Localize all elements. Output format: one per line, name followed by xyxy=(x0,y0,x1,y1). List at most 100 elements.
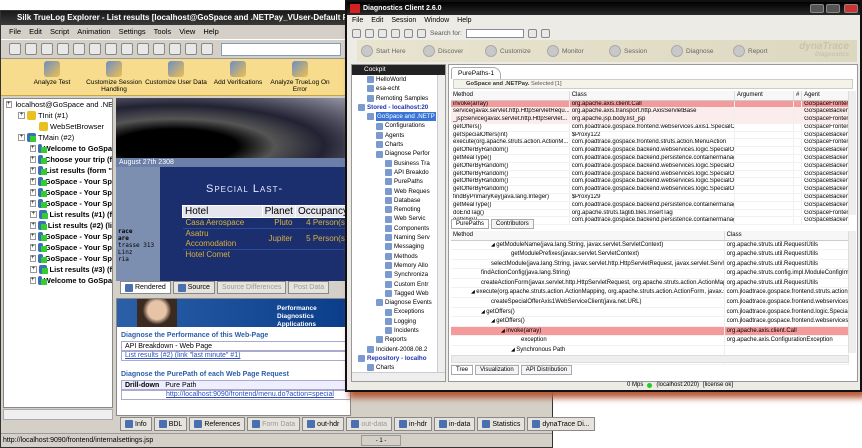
expand-icon[interactable]: + xyxy=(30,266,37,273)
cockpit-item[interactable]: Diagnose Events xyxy=(352,298,438,307)
customize-session-button[interactable]: Customize Session Handling xyxy=(83,59,145,95)
cockpit-item[interactable]: Memory Allo xyxy=(352,261,438,270)
refresh-icon[interactable] xyxy=(25,43,37,55)
column-method[interactable]: Method xyxy=(451,91,570,101)
column-argument[interactable]: Argument xyxy=(734,91,794,101)
copy-icon[interactable] xyxy=(89,43,101,55)
menu-settings[interactable]: Settings xyxy=(119,25,146,39)
tree-row[interactable]: ◢ getOffers() com.jloadtrace.gospace.fron… xyxy=(451,316,850,327)
settings-icon[interactable] xyxy=(417,28,426,38)
truelog-tree[interactable]: +localhost@GoSpace and .NETI+TInit (#1)+… xyxy=(3,98,113,408)
cockpit-item[interactable]: Remoting Samples xyxy=(352,94,438,103)
nav-report[interactable]: Report xyxy=(729,45,791,57)
menu-session[interactable]: Session xyxy=(391,15,416,26)
nav-start-here[interactable]: Start Here xyxy=(357,45,419,57)
close-button[interactable] xyxy=(844,4,858,13)
expand-icon[interactable]: + xyxy=(30,167,36,174)
cockpit-item[interactable]: Logging xyxy=(352,317,438,326)
tree-item[interactable]: + GoSpace - Your Sp xyxy=(4,242,112,253)
print-icon[interactable] xyxy=(378,28,387,38)
column-class[interactable]: Class xyxy=(569,91,735,101)
cockpit-item[interactable]: Business Tra xyxy=(352,159,438,168)
table-row[interactable]: getSpecialOffers(int) $Proxy122 GoSpaceBac… xyxy=(451,131,849,140)
table-row[interactable]: getMealType() com.jloadtrace.gospace.back… xyxy=(451,154,849,163)
cockpit-tab[interactable]: Cockpit xyxy=(352,65,445,75)
tree-item[interactable]: + TMain (#2) xyxy=(4,132,112,143)
cockpit-item[interactable]: Custom Entr xyxy=(352,280,438,289)
expand-icon[interactable]: + xyxy=(30,211,37,218)
animation-icon[interactable] xyxy=(73,43,85,55)
table-row[interactable]: getOfferByRandom() com.jloadtrace.gospace… xyxy=(451,170,849,179)
column-class[interactable]: Class xyxy=(724,231,850,241)
tree-horizontal-scrollbar[interactable] xyxy=(451,355,849,363)
binoculars-icon[interactable] xyxy=(201,43,213,55)
tree-horizontal-scrollbar[interactable] xyxy=(3,409,113,420)
tree-item[interactable]: + GoSpace - Your Sp xyxy=(4,253,112,264)
tree-item[interactable]: + List results (#2) (li xyxy=(4,220,112,231)
cockpit-item[interactable]: Synchroniza xyxy=(352,270,438,279)
tree-item[interactable]: + Choose your trip (f xyxy=(4,154,112,165)
tab-info[interactable]: Info xyxy=(120,417,152,431)
menu-edit[interactable]: Edit xyxy=(371,15,383,26)
menu-help[interactable]: Help xyxy=(457,15,471,26)
expand-icon[interactable]: + xyxy=(6,101,12,108)
cockpit-item[interactable]: Exceptions xyxy=(352,307,438,316)
expand-icon[interactable]: + xyxy=(18,112,25,119)
cockpit-item[interactable]: Reports xyxy=(352,335,438,344)
tree-item[interactable]: + Welcome to GoSpa xyxy=(4,275,112,286)
tab-tree[interactable]: Tree xyxy=(451,365,474,375)
expand-icon[interactable]: + xyxy=(30,255,36,262)
tree-scrollbar[interactable] xyxy=(848,231,856,353)
tab-in-data[interactable]: in-data xyxy=(433,417,476,431)
step-last-icon[interactable] xyxy=(169,43,181,55)
table-row[interactable]: getOfferByRandom() com.jloadtrace.gospace… xyxy=(451,162,849,171)
tree-item[interactable]: + GoSpace - Your Sp xyxy=(4,198,112,209)
tree-item[interactable]: + List results (form " xyxy=(4,165,112,176)
cockpit-item[interactable]: Configurations xyxy=(352,121,438,130)
table-row[interactable]: invoke(array) org.apache.axis.client.Call… xyxy=(451,100,849,109)
cockpit-item[interactable]: Naming Serv xyxy=(352,233,438,242)
tab-dynatrace-di-[interactable]: dynaTrace Di... xyxy=(527,417,595,431)
tree-row[interactable]: exception org.apache.axis.ConfigurationEx… xyxy=(451,335,850,347)
minimize-button[interactable] xyxy=(810,4,824,13)
menu-animation[interactable]: Animation xyxy=(77,25,110,39)
export-icon[interactable] xyxy=(57,43,69,55)
tab-api-distribution[interactable]: API Distribution xyxy=(520,365,573,375)
expand-icon[interactable]: + xyxy=(30,156,36,163)
tree-item[interactable]: + GoSpace - Your Sp xyxy=(4,187,112,198)
table-row[interactable]: getOfferByRandom() com.jloadtrace.gospace… xyxy=(451,185,849,195)
nav-diagnose[interactable]: Diagnose xyxy=(667,45,729,57)
new-icon[interactable] xyxy=(9,43,21,55)
highlight-icon[interactable] xyxy=(185,43,197,55)
cockpit-item[interactable]: Incident-2008.08.2 xyxy=(352,345,438,354)
menu-file[interactable]: File xyxy=(352,15,363,26)
cockpit-item[interactable]: Charts xyxy=(352,140,438,149)
tree-row[interactable]: getModulePrefixes(javax.servlet.ServletC… xyxy=(451,249,850,260)
tab-purepaths[interactable]: PurePaths xyxy=(451,219,490,229)
cockpit-item[interactable]: Web Servic xyxy=(352,214,438,223)
cockpit-item[interactable]: Remoting xyxy=(352,205,438,214)
tab-form-data[interactable]: Form Data xyxy=(247,417,301,431)
cockpit-item[interactable]: GoSpace and .NETP xyxy=(352,112,438,122)
search-input[interactable] xyxy=(465,28,524,38)
table-row[interactable]: _jspService(javax.servlet.http.HttpServl… xyxy=(451,115,849,124)
analyze-on-error-button[interactable]: Analyze TrueLog On Error xyxy=(269,59,331,95)
tree-item[interactable]: + TInit (#1) xyxy=(4,110,112,121)
tab-bdl[interactable]: BDL xyxy=(153,417,188,431)
step-next-icon[interactable] xyxy=(153,43,165,55)
tab-source-differences[interactable]: Source Differences xyxy=(216,281,287,294)
cockpit-item[interactable]: Database xyxy=(352,196,438,205)
menu-script[interactable]: Script xyxy=(50,25,69,39)
tab-out-data[interactable]: out-data xyxy=(346,417,393,431)
tree-row[interactable]: findActionConfig(java.lang.String) org.ap… xyxy=(451,268,850,279)
expand-icon[interactable]: + xyxy=(30,222,37,229)
cockpit-item[interactable]: Incidents xyxy=(352,326,438,335)
cockpit-item[interactable]: Stored - localhost:20 xyxy=(352,103,438,112)
table-row[interactable]: findByPrimaryKey(java.lang.Integer) $Prox… xyxy=(451,193,849,202)
compare-icon[interactable] xyxy=(41,43,53,55)
nav-discover[interactable]: Discover xyxy=(419,45,481,57)
tab-post-data[interactable]: Post Data xyxy=(288,281,330,294)
step-prev-icon[interactable] xyxy=(137,43,149,55)
purepath-link[interactable]: http://localhost:9090/frontend/menu.do?a… xyxy=(166,391,334,398)
menu-tools[interactable]: Tools xyxy=(154,25,172,39)
